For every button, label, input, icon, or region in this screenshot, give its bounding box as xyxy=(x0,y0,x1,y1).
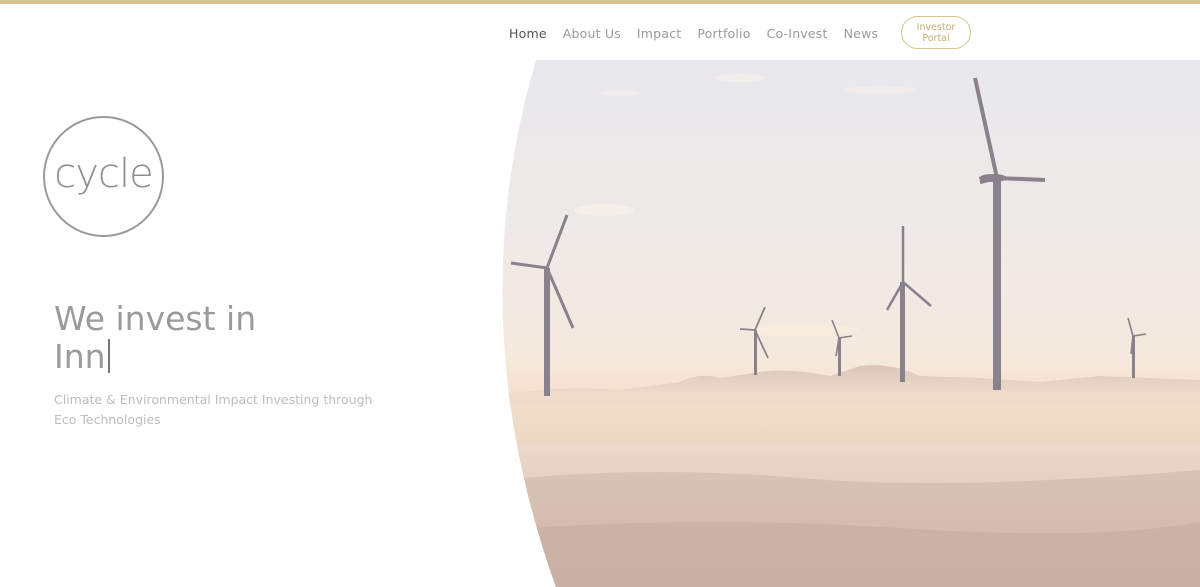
nav-portfolio[interactable]: Portfolio xyxy=(697,26,750,41)
investor-portal-button[interactable]: Investor Portal xyxy=(901,16,971,49)
top-accent-bar xyxy=(0,0,1200,4)
nav-news[interactable]: News xyxy=(844,26,879,41)
page: Home About Us Impact Portfolio Co-Invest… xyxy=(0,0,1200,587)
nav-impact[interactable]: Impact xyxy=(637,26,681,41)
nav-co-invest[interactable]: Co-Invest xyxy=(767,26,828,41)
main-nav: Home About Us Impact Portfolio Co-Invest… xyxy=(509,26,878,41)
investor-portal-label-line1: Investor xyxy=(916,21,956,33)
wind-turbines-hero-image xyxy=(502,60,1200,587)
nav-home[interactable]: Home xyxy=(509,26,547,41)
nav-about-us[interactable]: About Us xyxy=(563,26,621,41)
investor-portal-label-line2: Portal xyxy=(922,32,950,44)
